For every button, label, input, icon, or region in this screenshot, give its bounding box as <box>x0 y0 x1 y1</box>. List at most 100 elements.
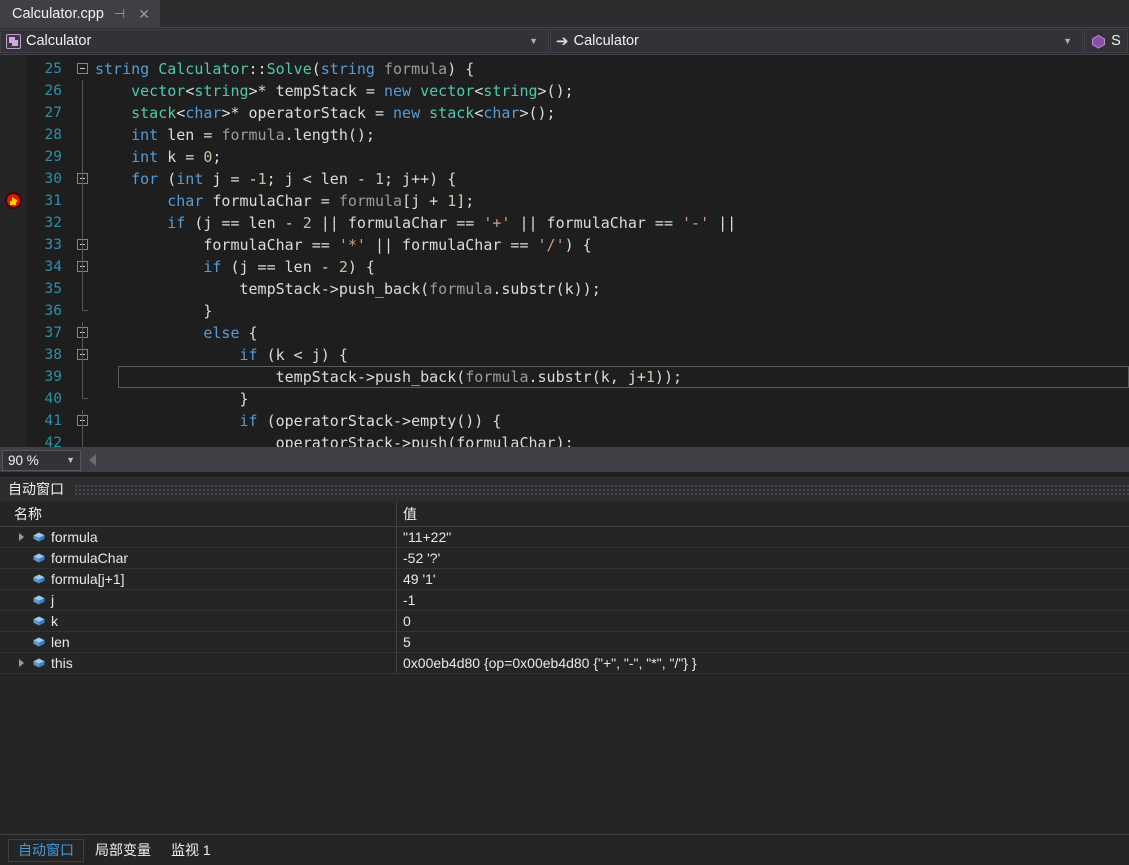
fold-indicator[interactable] <box>71 234 95 256</box>
code-line[interactable]: 41 if (operatorStack->empty()) { <box>26 410 1129 432</box>
variable-name-cell[interactable]: j <box>0 590 397 610</box>
fold-indicator[interactable] <box>71 322 95 344</box>
code-line[interactable]: 34 if (j == len - 2) { <box>26 256 1129 278</box>
variable-value-cell[interactable]: 0 <box>397 611 1129 631</box>
line-number: 42 <box>44 435 62 447</box>
code-line[interactable]: 28 int len = formula.length(); <box>26 124 1129 146</box>
code-token: || formulaChar == <box>311 214 484 232</box>
variable-name: formula <box>51 529 98 545</box>
table-row[interactable]: j -1 <box>0 590 1129 611</box>
variable-name: len <box>51 634 70 650</box>
code-line[interactable]: 40 } <box>26 388 1129 410</box>
fold-indicator[interactable] <box>71 102 95 124</box>
fold-indicator[interactable] <box>71 58 95 80</box>
close-icon[interactable]: ✕ <box>135 6 153 22</box>
code-line[interactable]: 39 tempStack->push_back(formula.substr(k… <box>26 366 1129 388</box>
autos-grid-body[interactable]: formula "11+22" formulaChar -52 '?' formula[… <box>0 527 1129 834</box>
variable-name-cell[interactable]: formula <box>0 527 397 547</box>
member-dropdown-label: Calculator <box>573 33 639 49</box>
code-line[interactable]: 29 int k = 0; <box>26 146 1129 168</box>
code-line[interactable]: 30 for (int j = -1; j < len - 1; j++) { <box>26 168 1129 190</box>
type-dropdown[interactable]: Calculator ▼ <box>0 29 550 53</box>
code-line[interactable]: 35 tempStack->push_back(formula.substr(k… <box>26 278 1129 300</box>
code-line[interactable]: 27 stack<char>* operatorStack = new stac… <box>26 102 1129 124</box>
code-text-area[interactable]: 25 string Calculator::Solve(string formul… <box>26 55 1129 447</box>
variable-name-cell[interactable]: formula[j+1] <box>0 569 397 589</box>
code-token: j = - <box>203 170 258 188</box>
code-token: string <box>320 60 375 78</box>
horizontal-scrollbar[interactable] <box>96 448 1129 472</box>
table-row[interactable]: formula "11+22" <box>0 527 1129 548</box>
fold-indicator[interactable] <box>71 300 95 322</box>
expand-arrow-icon[interactable] <box>16 659 27 667</box>
variable-value-cell[interactable]: 49 '1' <box>397 569 1129 589</box>
debug-tab-label: 自动窗口 <box>18 842 74 858</box>
table-row[interactable]: len 5 <box>0 632 1129 653</box>
fold-indicator[interactable] <box>71 366 95 388</box>
line-number: 34 <box>44 259 62 275</box>
debug-tab-active[interactable]: 自动窗口 <box>8 838 84 862</box>
column-header-name[interactable]: 名称 <box>0 501 397 526</box>
symbol-dropdown[interactable]: S <box>1084 29 1128 53</box>
code-line[interactable]: 25 string Calculator::Solve(string formul… <box>26 58 1129 80</box>
table-row[interactable]: this 0x00eb4d80 {op=0x00eb4d80 {"+", "-",… <box>0 653 1129 674</box>
table-row[interactable]: formulaChar -52 '?' <box>0 548 1129 569</box>
fold-indicator[interactable] <box>71 410 95 432</box>
variable-value-cell[interactable]: 0x00eb4d80 {op=0x00eb4d80 {"+", "-", "*"… <box>397 653 1129 673</box>
variable-value-cell[interactable]: 5 <box>397 632 1129 652</box>
variable-name-cell[interactable]: len <box>0 632 397 652</box>
variable-name-cell[interactable]: formulaChar <box>0 548 397 568</box>
variable-cube-icon <box>32 530 46 544</box>
table-row[interactable]: k0 <box>0 611 1129 632</box>
fold-indicator[interactable] <box>71 80 95 102</box>
member-dropdown[interactable]: ➔ Calculator ▼ <box>550 29 1084 53</box>
debug-tab-inactive[interactable]: 局部变量 <box>86 839 160 862</box>
debug-tab-inactive[interactable]: 监视 1 <box>162 839 220 862</box>
fold-indicator[interactable] <box>71 256 95 278</box>
panel-drag-grip[interactable] <box>74 483 1129 495</box>
code-line-text: tempStack->push_back(formula.substr(k)); <box>95 278 1129 300</box>
fold-indicator[interactable] <box>71 344 95 366</box>
code-line[interactable]: 38 if (k < j) { <box>26 344 1129 366</box>
zoom-level-dropdown[interactable]: 90 % ▼ <box>2 449 81 471</box>
fold-indicator[interactable] <box>71 278 95 300</box>
code-token: ) { <box>564 236 592 254</box>
scroll-left-arrow-icon[interactable] <box>89 454 96 466</box>
code-line[interactable]: 32 if (j == len - 2 || formulaChar == '+… <box>26 212 1129 234</box>
code-line[interactable]: 37 else { <box>26 322 1129 344</box>
code-line[interactable]: 42 operatorStack->push(formulaChar); <box>26 432 1129 447</box>
code-token: vector <box>420 82 475 100</box>
code-line[interactable]: 31 char formulaChar = formula[j + 1]; <box>26 190 1129 212</box>
document-tab-title: Calculator.cpp <box>12 5 104 22</box>
expand-arrow-icon[interactable] <box>16 533 27 541</box>
fold-indicator[interactable] <box>71 388 95 410</box>
variable-name-cell[interactable]: this <box>0 653 397 673</box>
column-header-value[interactable]: 值 <box>397 501 1129 526</box>
code-token: [j + <box>402 192 448 210</box>
variable-value-cell[interactable]: "11+22" <box>397 527 1129 547</box>
code-editor[interactable]: 25 string Calculator::Solve(string formul… <box>0 55 1129 447</box>
document-tab-calculator-cpp[interactable]: Calculator.cpp ⊣ ✕ <box>0 0 160 27</box>
code-line[interactable]: 33 formulaChar == '*' || formulaChar == … <box>26 234 1129 256</box>
table-row[interactable]: formula[j+1] 49 '1' <box>0 569 1129 590</box>
pin-icon[interactable]: ⊣ <box>111 6 128 21</box>
variable-value-cell[interactable]: -52 '?' <box>397 548 1129 568</box>
fold-indicator[interactable] <box>71 168 95 190</box>
variable-value-cell[interactable]: -1 <box>397 590 1129 610</box>
breakpoint-current-statement-icon[interactable] <box>5 192 22 209</box>
fold-indicator[interactable] <box>71 432 95 447</box>
fold-indicator[interactable] <box>71 124 95 146</box>
code-token: < <box>474 82 484 100</box>
fold-indicator[interactable] <box>71 146 95 168</box>
fold-indicator[interactable] <box>71 190 95 212</box>
fold-guide-line <box>82 124 83 146</box>
collapse-minus-icon[interactable] <box>77 63 88 74</box>
code-token: else <box>203 324 240 342</box>
fold-indicator[interactable] <box>71 212 95 234</box>
code-line[interactable]: 26 vector<string>* tempStack = new vecto… <box>26 80 1129 102</box>
breakpoint-glyph-margin[interactable] <box>0 55 26 447</box>
variable-name-cell[interactable]: k <box>0 611 397 631</box>
code-line[interactable]: 36 } <box>26 300 1129 322</box>
